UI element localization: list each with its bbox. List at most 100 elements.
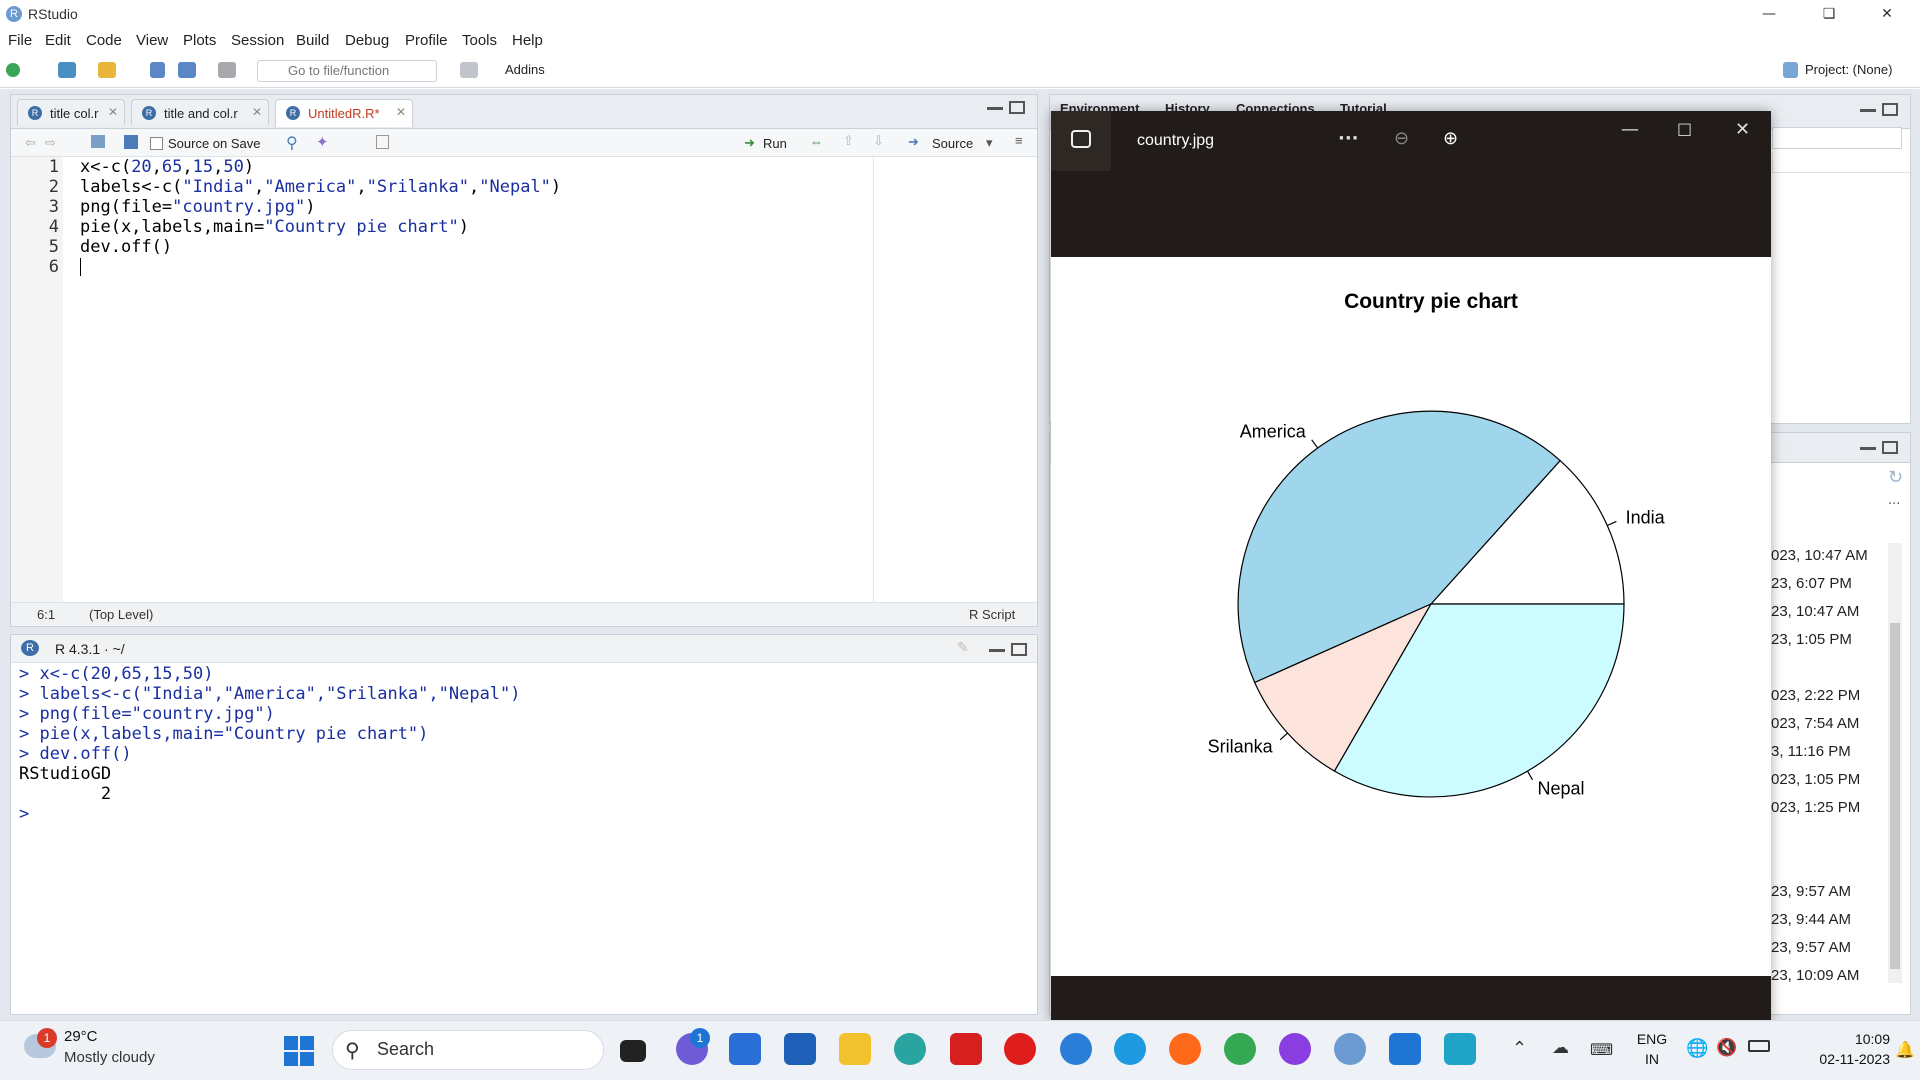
region-indicator[interactable]: IN: [1632, 1051, 1672, 1067]
tab-title-col[interactable]: Rtitle col.r ✕: [17, 99, 125, 125]
help-icon[interactable]: [1060, 1033, 1092, 1065]
rerun-icon[interactable]: ⇔: [810, 134, 823, 149]
down-arrow-icon[interactable]: ⇩: [873, 133, 884, 149]
file-explorer-icon[interactable]: [839, 1033, 871, 1065]
file-modified: 023, 1:05 PM: [1771, 771, 1861, 788]
weather-temp[interactable]: 29°C: [64, 1028, 98, 1045]
maximize-pane-icon[interactable]: [1011, 643, 1027, 656]
windows-start-icon[interactable]: [284, 1036, 314, 1066]
network-icon[interactable]: 🌐: [1686, 1038, 1708, 1059]
addins-menu[interactable]: Addins: [505, 62, 545, 77]
back-arrow-icon[interactable]: ⇦: [25, 135, 36, 151]
zoom-in-icon[interactable]: ⊕: [1443, 128, 1458, 149]
weather-desc[interactable]: Mostly cloudy: [64, 1049, 155, 1066]
r-app-icon[interactable]: [1334, 1033, 1366, 1065]
zoom-out-icon[interactable]: ⊖: [1394, 128, 1409, 149]
onedrive-icon[interactable]: ☁: [1552, 1038, 1569, 1058]
edge-icon[interactable]: [894, 1033, 926, 1065]
save-icon[interactable]: [150, 62, 165, 78]
scrollbar-thumb[interactable]: [1890, 623, 1900, 969]
chevron-up-icon[interactable]: ⌃: [1512, 1038, 1527, 1059]
menu-view[interactable]: View: [136, 32, 168, 49]
tab-untitled[interactable]: R UntitledR.R* ✕: [275, 99, 413, 127]
menu-session[interactable]: Session: [231, 32, 284, 49]
clock-date[interactable]: 02-11-2023: [1780, 1051, 1890, 1067]
scrollbar[interactable]: [1888, 543, 1902, 983]
viewer-close-button[interactable]: ✕: [1735, 119, 1750, 140]
code-area[interactable]: 1 x<-c(20,65,15,50) 2 labels<-c("India",…: [11, 157, 1037, 277]
speaker-muted-icon[interactable]: 🔇: [1716, 1038, 1737, 1058]
myhp-icon[interactable]: [729, 1033, 761, 1065]
maximize-pane-icon[interactable]: [1882, 441, 1898, 454]
open-folder-icon[interactable]: [98, 62, 116, 78]
show-in-window-icon[interactable]: [91, 135, 105, 148]
save-file-icon[interactable]: [124, 135, 138, 149]
source-dropdown-icon[interactable]: ▾: [986, 135, 993, 151]
menu-plots[interactable]: Plots: [183, 32, 216, 49]
minimize-button[interactable]: —: [1740, 0, 1798, 28]
language-indicator[interactable]: ENG: [1632, 1031, 1672, 1047]
project-menu[interactable]: Project: (None): [1805, 62, 1892, 77]
scope-selector[interactable]: (Top Level): [89, 607, 153, 622]
source-on-save-checkbox[interactable]: [150, 137, 163, 150]
more-icon[interactable]: ...: [1888, 493, 1900, 508]
close-button[interactable]: ✕: [1858, 0, 1916, 28]
new-file-icon[interactable]: [6, 63, 20, 77]
task-view-icon[interactable]: [620, 1040, 646, 1062]
notification-bell-icon[interactable]: 🔔: [1895, 1040, 1915, 1059]
refresh-icon[interactable]: ↻: [1888, 467, 1903, 488]
close-tab-icon[interactable]: ✕: [252, 105, 262, 119]
clear-console-icon[interactable]: ✎: [957, 639, 969, 656]
skype-icon[interactable]: [1114, 1033, 1146, 1065]
taskbar-search[interactable]: Search: [332, 1030, 604, 1070]
tab-title-and-col[interactable]: Rtitle and col.r ✕: [131, 99, 269, 125]
maximize-pane-icon[interactable]: [1882, 103, 1898, 116]
browser-icon[interactable]: [1279, 1033, 1311, 1065]
menu-edit[interactable]: Edit: [45, 32, 71, 49]
restore-button[interactable]: ❏: [1800, 0, 1858, 28]
more-options-icon[interactable]: ···: [1338, 128, 1359, 149]
env-search-input[interactable]: [1772, 127, 1902, 149]
clock-time[interactable]: 10:09: [1800, 1031, 1890, 1047]
menu-profile[interactable]: Profile: [405, 32, 448, 49]
minimize-pane-icon[interactable]: [989, 649, 1005, 652]
mcafee-icon[interactable]: [950, 1033, 982, 1065]
goto-file-input[interactable]: Go to file/function: [257, 60, 437, 82]
close-tab-icon[interactable]: ✕: [108, 105, 118, 119]
console-output[interactable]: > x<-c(20,65,15,50) > labels<-c("India",…: [19, 664, 1029, 1004]
up-arrow-icon[interactable]: ⇧: [843, 133, 854, 149]
menu-code[interactable]: Code: [86, 32, 122, 49]
menu-tools[interactable]: Tools: [462, 32, 497, 49]
minimize-pane-icon[interactable]: [1860, 109, 1876, 112]
chrome-icon[interactable]: [1224, 1033, 1256, 1065]
search-icon[interactable]: ⚲: [286, 133, 298, 153]
magic-wand-icon[interactable]: ✦: [316, 133, 329, 151]
run-button[interactable]: Run: [763, 136, 787, 151]
print-icon[interactable]: [218, 62, 236, 78]
outline-icon[interactable]: ≡: [1015, 133, 1023, 148]
store-icon[interactable]: [784, 1033, 816, 1065]
notepad-icon[interactable]: [1389, 1033, 1421, 1065]
keyboard-icon[interactable]: ⌨: [1590, 1040, 1613, 1059]
minimize-pane-icon[interactable]: [1860, 447, 1876, 450]
source-button[interactable]: Source: [932, 136, 973, 151]
opera-icon[interactable]: [1004, 1033, 1036, 1065]
viewer-maximize-button[interactable]: □: [1677, 119, 1692, 138]
forward-arrow-icon[interactable]: ⇨: [45, 135, 56, 151]
menu-file[interactable]: File: [8, 32, 32, 49]
viewer-minimize-button[interactable]: —: [1621, 119, 1639, 140]
firefox-icon[interactable]: [1169, 1033, 1201, 1065]
save-all-icon[interactable]: [178, 62, 196, 78]
maximize-pane-icon[interactable]: [1009, 101, 1025, 114]
menu-debug[interactable]: Debug: [345, 32, 389, 49]
new-project-icon[interactable]: [58, 62, 76, 78]
close-tab-icon[interactable]: ✕: [396, 105, 406, 119]
menu-help[interactable]: Help: [512, 32, 543, 49]
language-selector[interactable]: R Script: [969, 607, 1015, 622]
compile-report-icon[interactable]: [376, 135, 389, 149]
battery-icon[interactable]: [1748, 1040, 1770, 1052]
menu-build[interactable]: Build: [296, 32, 329, 49]
photos-icon[interactable]: [1444, 1033, 1476, 1065]
grid-layout-icon[interactable]: [460, 62, 478, 78]
minimize-pane-icon[interactable]: [987, 107, 1003, 110]
